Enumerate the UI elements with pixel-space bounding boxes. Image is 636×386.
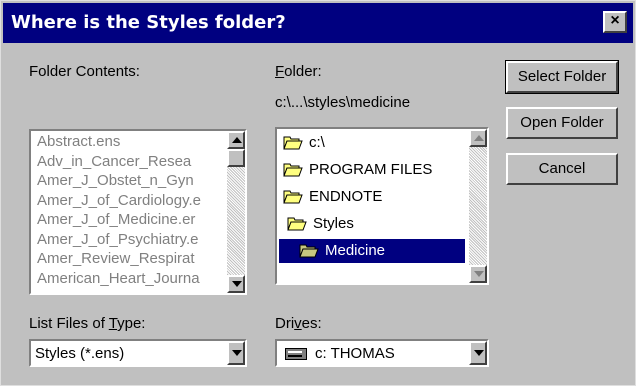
list-item[interactable]: Abstract.ens	[37, 133, 227, 150]
list-item[interactable]: Amer_Review_Respirat	[37, 250, 227, 267]
title-bar[interactable]: Where is the Styles folder? ×	[3, 3, 633, 43]
close-button[interactable]: ×	[603, 11, 627, 33]
folder-tree-scroll-up-button[interactable]	[469, 129, 487, 147]
window-title: Where is the Styles folder?	[11, 12, 286, 33]
folder-tree-scrollbar[interactable]	[469, 129, 487, 283]
dialog-window: Where is the Styles folder? × Folder Con…	[0, 0, 636, 386]
folder-contents-label: Folder Contents:	[29, 63, 140, 80]
folder-contents-list[interactable]: Abstract.ens Adv_in_Cancer_Resea Amer_J_Ob…	[29, 129, 247, 295]
folder-tree-item[interactable]: Medicine	[279, 239, 465, 263]
folder-contents-scroll-down-button[interactable]	[227, 275, 245, 293]
open-folder-icon	[283, 163, 303, 177]
folder-tree-item-label: PROGRAM FILES	[309, 161, 433, 178]
folder-tree-list[interactable]: c:\ PROGRAM FILES ENDNOTE Styles Medicine	[275, 127, 489, 285]
folder-tree-item-label: Medicine	[325, 242, 386, 259]
list-item[interactable]: Amer_J_of_Cardiology.e	[37, 192, 227, 209]
open-folder-icon	[283, 190, 303, 204]
arrow-down-icon	[232, 281, 242, 287]
open-folder-icon	[283, 136, 303, 150]
arrow-up-icon	[474, 135, 484, 141]
arrow-up-icon	[232, 137, 242, 143]
cancel-button[interactable]: Cancel	[506, 153, 618, 185]
drives-label: Drives:	[275, 315, 322, 332]
select-folder-button[interactable]: Select Folder	[505, 60, 619, 94]
current-folder-path: c:\...\styles\medicine	[275, 94, 411, 111]
folder-tree-item[interactable]: PROGRAM FILES	[281, 158, 461, 182]
list-item[interactable]: American_Heart_Journa	[37, 270, 227, 287]
file-type-label: List Files of Type:	[29, 315, 146, 332]
folder-tree-item-label: c:\	[309, 134, 325, 151]
folder-tree-item[interactable]: ENDNOTE	[281, 185, 461, 209]
list-item[interactable]: Amer_J_of_Medicine.er	[37, 211, 227, 228]
drives-value: c: THOMAS	[315, 345, 395, 362]
file-type-dropdown[interactable]: Styles (*.ens)	[29, 339, 247, 367]
drives-dropdown[interactable]: c: THOMAS	[275, 339, 489, 367]
folder-label: Folder:	[275, 63, 322, 80]
chevron-down-icon	[232, 350, 242, 356]
list-item[interactable]: Amer_J_Obstet_n_Gyn	[37, 172, 227, 189]
list-item[interactable]: Amer_J_of_Psychiatry.e	[37, 231, 227, 248]
folder-contents-scroll-up-button[interactable]	[227, 131, 245, 149]
open-folder-icon	[299, 244, 319, 258]
folder-contents-scroll-thumb[interactable]	[227, 149, 245, 167]
folder-tree-scroll-down-button[interactable]	[469, 265, 487, 283]
folder-tree-item-label: Styles	[313, 215, 354, 232]
open-folder-icon	[287, 217, 307, 231]
folder-tree-item[interactable]: Styles	[285, 212, 465, 236]
file-type-dropdown-button[interactable]	[227, 341, 245, 365]
drives-dropdown-button[interactable]	[469, 341, 487, 365]
drive-icon	[285, 348, 307, 360]
list-item[interactable]: Adv_in_Cancer_Resea	[37, 153, 227, 170]
folder-tree-item-label: ENDNOTE	[309, 188, 383, 205]
close-icon: ×	[610, 12, 620, 29]
arrow-down-icon	[474, 271, 484, 277]
file-type-value: Styles (*.ens)	[35, 345, 125, 362]
chevron-down-icon	[474, 350, 484, 356]
open-folder-button[interactable]: Open Folder	[506, 107, 618, 139]
folder-tree-item[interactable]: c:\	[281, 131, 461, 155]
